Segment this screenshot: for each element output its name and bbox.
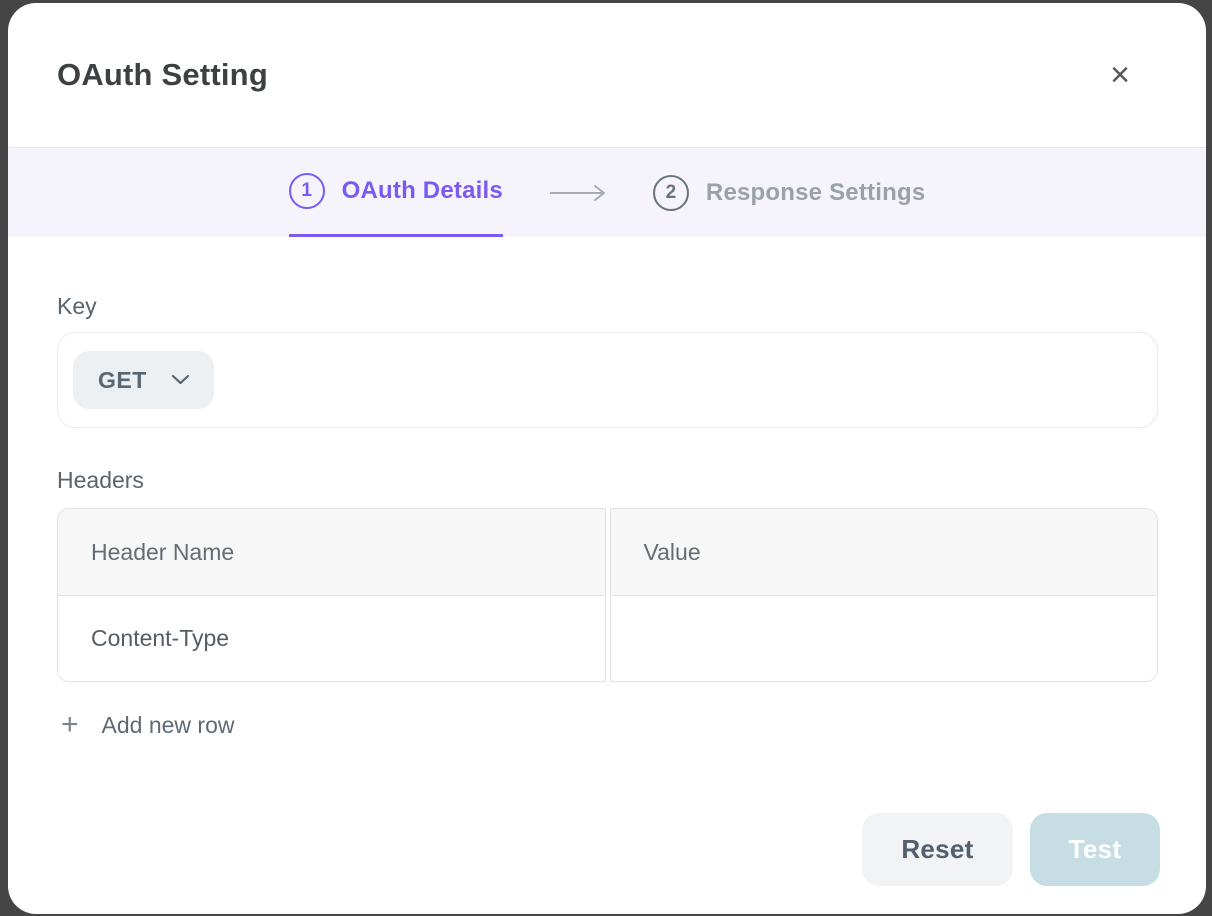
value-column: Value	[610, 508, 1159, 682]
method-dropdown-value: GET	[98, 367, 147, 394]
column-header-name: Header Name	[58, 509, 605, 596]
step-1-number-badge: 1	[289, 173, 325, 209]
close-icon[interactable]: ×	[1102, 54, 1138, 96]
arrow-right-icon	[549, 148, 607, 237]
chevron-down-icon	[171, 373, 190, 388]
modal-header: OAuth Setting ×	[8, 3, 1206, 147]
method-dropdown[interactable]: GET	[73, 351, 214, 409]
modal-content: Key GET Headers Header Name Content-Type…	[8, 237, 1206, 813]
headers-label: Headers	[57, 467, 1158, 493]
header-name-column: Header Name Content-Type	[57, 508, 606, 682]
page-title: OAuth Setting	[57, 57, 268, 93]
test-button[interactable]: Test	[1030, 813, 1160, 886]
plus-icon: +	[61, 710, 79, 740]
step-1-label: OAuth Details	[342, 177, 503, 205]
key-input[interactable]	[228, 350, 1139, 410]
reset-button[interactable]: Reset	[862, 813, 1013, 886]
oauth-setting-modal: OAuth Setting × 1 OAuth Details 2 Respon…	[8, 3, 1206, 914]
step-oauth-details[interactable]: 1 OAuth Details	[289, 148, 503, 237]
key-label: Key	[57, 293, 1158, 319]
table-row-value-cell[interactable]	[611, 596, 1158, 681]
modal-footer: Reset Test	[8, 813, 1206, 914]
table-row-name-cell[interactable]: Content-Type	[58, 596, 605, 681]
add-new-row-label: Add new row	[102, 712, 235, 739]
stepper: 1 OAuth Details 2 Response Settings	[8, 147, 1206, 237]
add-new-row-button[interactable]: + Add new row	[57, 708, 239, 742]
headers-table: Header Name Content-Type Value	[57, 508, 1158, 682]
step-2-label: Response Settings	[706, 179, 925, 207]
step-2-number-badge: 2	[653, 175, 689, 211]
column-header-value: Value	[611, 509, 1158, 596]
key-input-container: GET	[57, 332, 1158, 428]
step-response-settings[interactable]: 2 Response Settings	[653, 148, 925, 237]
